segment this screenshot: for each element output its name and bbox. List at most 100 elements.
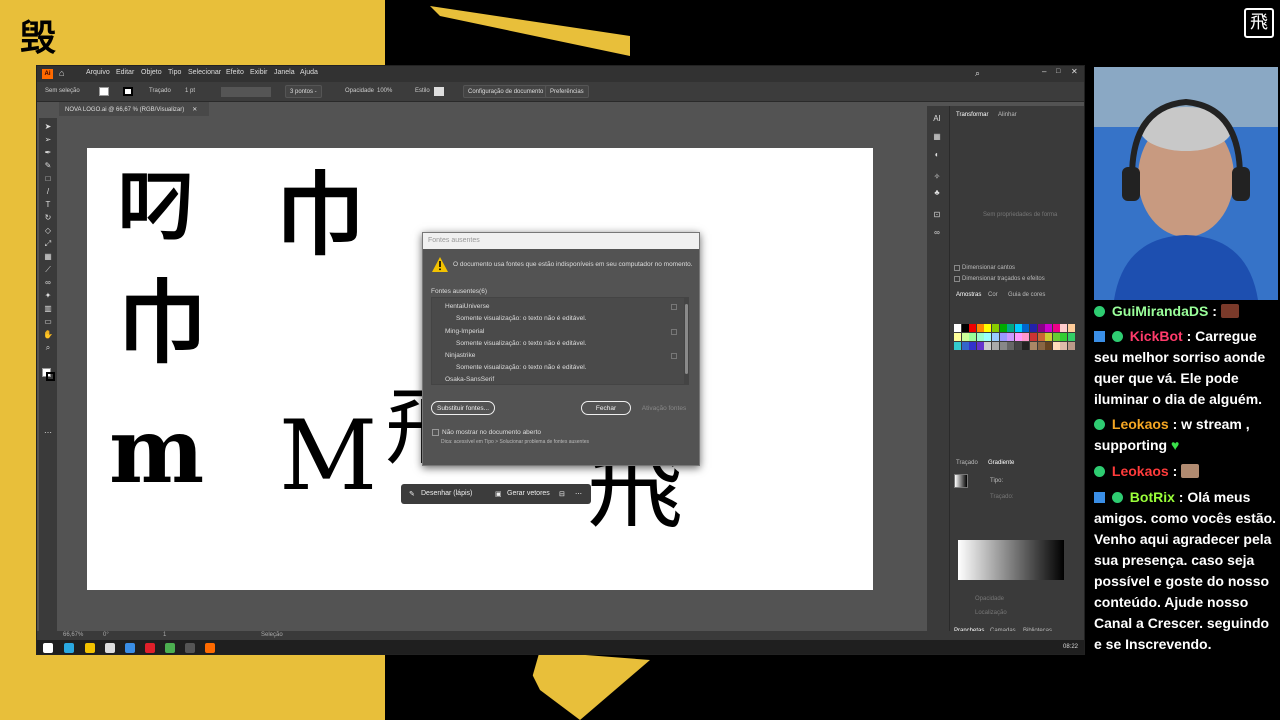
zoom-level[interactable]: 66,67%: [63, 632, 83, 638]
store-icon[interactable]: [105, 643, 115, 653]
draw-pencil-button[interactable]: Desenhar (lápis): [421, 490, 472, 497]
opera-icon[interactable]: [145, 643, 155, 653]
color-swatch[interactable]: [1037, 342, 1045, 350]
obs-icon[interactable]: [185, 643, 195, 653]
color-swatch[interactable]: [961, 324, 969, 332]
mail-icon[interactable]: [125, 643, 135, 653]
tab-color-guide[interactable]: Guia de cores: [1008, 292, 1045, 298]
color-swatch[interactable]: [1037, 324, 1045, 332]
selection-tool-icon[interactable]: ➤: [43, 122, 53, 132]
eyedropper-tool-icon[interactable]: ⟋: [43, 265, 53, 275]
home-icon[interactable]: ⌂: [59, 68, 64, 78]
type-tool-icon[interactable]: T: [43, 200, 53, 210]
windows-start-icon[interactable]: [43, 643, 53, 653]
color-swatch[interactable]: [1022, 333, 1030, 341]
swatch-grid[interactable]: [954, 324, 1079, 374]
options-icon[interactable]: ⊟: [559, 490, 565, 498]
color-swatch[interactable]: [1052, 333, 1060, 341]
color-swatch[interactable]: [1007, 342, 1015, 350]
color-swatch[interactable]: [1060, 342, 1068, 350]
menu-objeto[interactable]: Objeto: [141, 69, 162, 76]
menu-efeito[interactable]: Efeito: [226, 69, 244, 76]
color-swatch[interactable]: [992, 324, 999, 332]
illustrator-taskbar-icon[interactable]: [205, 643, 215, 653]
search-icon[interactable]: ⌕: [975, 68, 980, 79]
blend-tool-icon[interactable]: ∞: [43, 278, 53, 288]
more-tools-icon[interactable]: ⋯: [43, 428, 53, 438]
color-swatch[interactable]: [961, 333, 969, 341]
explorer-icon[interactable]: [85, 643, 95, 653]
stroke-swatch[interactable]: [123, 87, 133, 96]
opacity-value[interactable]: 100%: [377, 88, 392, 94]
color-swatch[interactable]: [1045, 324, 1053, 332]
ai-panel-icon[interactable]: AI: [932, 114, 942, 124]
scale-strokes-checkbox[interactable]: [954, 276, 960, 282]
color-swatch[interactable]: [954, 333, 961, 341]
color-swatch[interactable]: [969, 333, 977, 341]
color-swatch[interactable]: [1030, 324, 1037, 332]
menu-editar[interactable]: Editar: [116, 69, 134, 76]
document-tab[interactable]: NOVA LOGO.ai @ 66,67 % (RGB/Visualizar) ✕: [59, 102, 209, 116]
color-swatch[interactable]: [1068, 342, 1075, 350]
color-swatch[interactable]: [1030, 333, 1037, 341]
color-swatch[interactable]: [1014, 324, 1022, 332]
more-icon[interactable]: ⋯: [575, 490, 582, 498]
scale-corners-checkbox[interactable]: [954, 265, 960, 271]
maximize-icon[interactable]: □: [1056, 68, 1060, 75]
color-swatch[interactable]: [961, 342, 969, 350]
scale-tool-icon[interactable]: ⤢: [43, 239, 53, 249]
menu-janela[interactable]: Janela: [274, 69, 295, 76]
color-swatch[interactable]: [999, 342, 1007, 350]
appearance-icon[interactable]: ◐: [932, 150, 942, 160]
brush-preview[interactable]: [221, 87, 271, 97]
stroke-color-icon[interactable]: [46, 372, 55, 381]
chat-username[interactable]: BotRix: [1130, 489, 1175, 505]
pen-tool-icon[interactable]: ✒: [43, 148, 53, 158]
zoom-tool-icon[interactable]: ⌕: [43, 343, 53, 353]
menu-tipo[interactable]: Tipo: [168, 69, 181, 76]
color-swatch[interactable]: [954, 342, 961, 350]
color-swatch[interactable]: [969, 342, 977, 350]
properties-icon[interactable]: ▦: [932, 132, 942, 142]
color-swatch[interactable]: [1014, 342, 1022, 350]
dont-show-checkbox[interactable]: [432, 429, 439, 436]
close-icon[interactable]: ✕: [1071, 67, 1078, 76]
color-swatch[interactable]: [992, 342, 999, 350]
rotate-view[interactable]: 0°: [103, 632, 109, 638]
tab-stroke[interactable]: Traçado: [956, 460, 978, 466]
color-swatch[interactable]: [984, 342, 992, 350]
color-swatch[interactable]: [1037, 333, 1045, 341]
color-swatch[interactable]: [992, 333, 999, 341]
color-swatch[interactable]: [1007, 333, 1015, 341]
color-swatch[interactable]: [954, 324, 961, 332]
replace-fonts-button[interactable]: Substituir fontes...: [431, 401, 495, 415]
close-tab-icon[interactable]: ✕: [192, 107, 197, 113]
color-swatch[interactable]: [1007, 324, 1015, 332]
color-swatch[interactable]: [1052, 324, 1060, 332]
menu-arquivo[interactable]: Arquivo: [86, 69, 110, 76]
font-checkbox[interactable]: [671, 304, 677, 310]
menu-selecionar[interactable]: Selecionar: [188, 69, 221, 76]
chat-username[interactable]: GuiMirandaDS: [1112, 303, 1208, 319]
symbols-icon[interactable]: ♣: [932, 188, 942, 198]
color-swatch[interactable]: [984, 324, 992, 332]
pencil-icon[interactable]: ✎: [409, 490, 415, 498]
edge-icon[interactable]: [64, 643, 74, 653]
tab-transform[interactable]: Transformar: [956, 112, 988, 118]
color-swatch[interactable]: [984, 333, 992, 341]
direct-selection-tool-icon[interactable]: ➢: [43, 135, 53, 145]
links-icon[interactable]: ∞: [932, 228, 942, 238]
document-setup-button[interactable]: Configuração de documento: [463, 85, 549, 98]
activate-fonts-button[interactable]: Ativação fontes: [637, 401, 691, 415]
artboard-number[interactable]: 1: [163, 632, 166, 638]
tab-color[interactable]: Cor: [988, 292, 998, 298]
tab-swatches[interactable]: Amostras: [956, 292, 981, 298]
close-button[interactable]: Fechar: [581, 401, 631, 415]
rotate-tool-icon[interactable]: ↻: [43, 213, 53, 223]
menu-exibir[interactable]: Exibir: [250, 69, 268, 76]
color-swatch[interactable]: [1060, 324, 1068, 332]
preferences-button[interactable]: Preferências: [545, 85, 589, 98]
brush-select[interactable]: 3 pontos -: [285, 85, 322, 98]
color-swatch[interactable]: [1068, 324, 1075, 332]
color-swatch[interactable]: [1060, 333, 1068, 341]
